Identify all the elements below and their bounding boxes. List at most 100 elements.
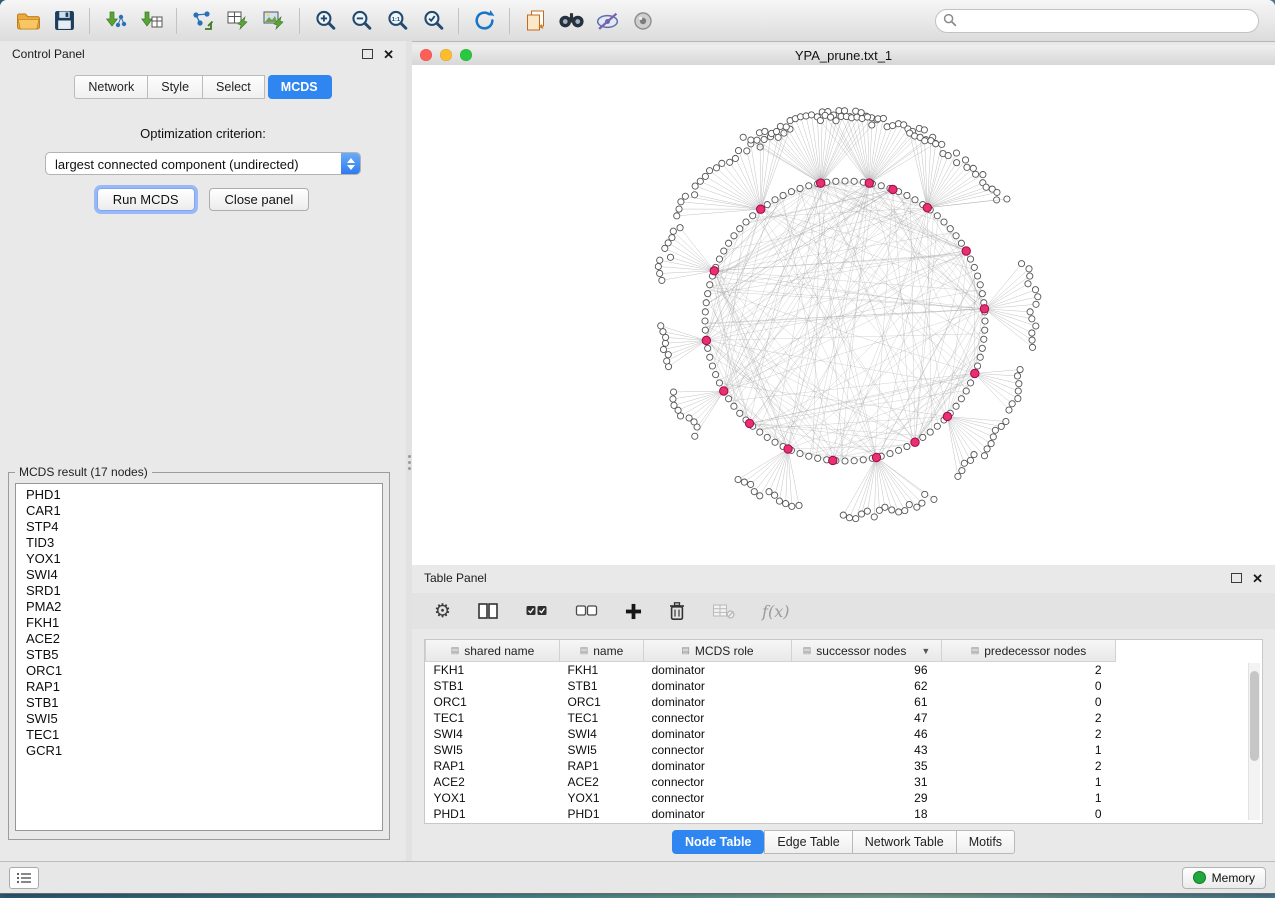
cell-MCDS-role[interactable]: connector [644,742,792,758]
table-row[interactable]: SWI5SWI5connector431 [426,742,1116,758]
cell-predecessor-nodes[interactable]: 1 [942,774,1116,790]
mcds-result-item[interactable]: STB5 [26,647,382,663]
cell-predecessor-nodes[interactable]: 0 [942,694,1116,710]
binoculars-icon[interactable] [553,6,589,36]
mcds-result-item[interactable]: CAR1 [26,503,382,519]
memory-button[interactable]: Memory [1182,867,1266,889]
table-row[interactable]: ACE2ACE2connector311 [426,774,1116,790]
search-input[interactable] [935,9,1259,33]
cell-successor-nodes[interactable]: 29 [792,790,942,806]
mcds-result-item[interactable]: ORC1 [26,663,382,679]
tab-style[interactable]: Style [148,75,203,99]
mcds-result-item[interactable]: SWI4 [26,567,382,583]
function-icon[interactable]: f(x) [762,602,789,621]
cell-shared-name[interactable]: YOX1 [426,790,560,806]
cell-shared-name[interactable]: STB1 [426,678,560,694]
mcds-result-item[interactable]: ACE2 [26,631,382,647]
table-scrollbar[interactable] [1248,663,1260,820]
cell-MCDS-role[interactable]: connector [644,710,792,726]
cell-MCDS-role[interactable]: dominator [644,806,792,822]
cell-successor-nodes[interactable]: 35 [792,758,942,774]
cell-successor-nodes[interactable]: 43 [792,742,942,758]
sort-descending-icon[interactable]: ▼ [921,646,930,656]
cell-successor-nodes[interactable]: 18 [792,806,942,822]
cell-name[interactable]: SWI4 [560,726,644,742]
cell-name[interactable]: PHD1 [560,806,644,822]
mcds-result-item[interactable]: TID3 [26,535,382,551]
cell-name[interactable]: TEC1 [560,710,644,726]
mcds-result-item[interactable]: GCR1 [26,743,382,759]
cell-MCDS-role[interactable]: dominator [644,758,792,774]
tab-network[interactable]: Network [74,75,148,99]
tab-network-table[interactable]: Network Table [853,830,957,854]
table-row[interactable]: FKH1FKH1dominator962 [426,662,1116,679]
run-mcds-button[interactable]: Run MCDS [97,188,195,211]
export-network-icon[interactable] [184,6,220,36]
delete-column-icon[interactable] [669,601,685,621]
zoom-in-icon[interactable] [307,6,343,36]
mcds-result-item[interactable]: PHD1 [26,487,382,503]
cell-shared-name[interactable]: SWI4 [426,726,560,742]
open-folder-icon[interactable] [10,6,46,36]
export-image-icon[interactable] [256,6,292,36]
cell-name[interactable]: RAP1 [560,758,644,774]
save-icon[interactable] [46,6,82,36]
zoom-selected-icon[interactable] [415,6,451,36]
cell-predecessor-nodes[interactable]: 2 [942,662,1116,679]
cell-name[interactable]: STB1 [560,678,644,694]
zoom-out-icon[interactable] [343,6,379,36]
cell-shared-name[interactable]: RAP1 [426,758,560,774]
cell-shared-name[interactable]: PHD1 [426,806,560,822]
show-eye-icon[interactable] [625,6,661,36]
cell-successor-nodes[interactable]: 61 [792,694,942,710]
cell-predecessor-nodes[interactable]: 2 [942,758,1116,774]
add-column-icon[interactable] [625,603,642,620]
network-canvas[interactable] [412,65,1275,565]
mcds-result-item[interactable]: STB1 [26,695,382,711]
mcds-result-item[interactable]: TEC1 [26,727,382,743]
settings-gear-icon[interactable]: ⚙ [434,602,451,621]
cell-successor-nodes[interactable]: 47 [792,710,942,726]
cell-name[interactable]: YOX1 [560,790,644,806]
mcds-result-item[interactable]: SRD1 [26,583,382,599]
zoom-fit-icon[interactable]: 1:1 [379,6,415,36]
mcds-result-item[interactable]: SWI5 [26,711,382,727]
tab-mcds[interactable]: MCDS [268,75,332,99]
cell-name[interactable]: SWI5 [560,742,644,758]
scrollbar-thumb[interactable] [1250,671,1259,761]
tab-node-table[interactable]: Node Table [672,830,764,854]
cell-predecessor-nodes[interactable]: 0 [942,678,1116,694]
cell-shared-name[interactable]: ORC1 [426,694,560,710]
import-table-icon[interactable] [133,6,169,36]
cell-MCDS-role[interactable]: dominator [644,694,792,710]
mcds-result-item[interactable]: PMA2 [26,599,382,615]
cell-predecessor-nodes[interactable]: 1 [942,790,1116,806]
table-row[interactable]: SWI4SWI4dominator462 [426,726,1116,742]
column-header-MCDS-role[interactable]: ▤MCDS role [644,640,792,662]
mcds-result-list[interactable]: PHD1CAR1STP4TID3YOX1SWI4SRD1PMA2FKH1ACE2… [15,483,383,831]
tab-select[interactable]: Select [203,75,265,99]
column-header-name[interactable]: ▤name [560,640,644,662]
refresh-icon[interactable] [466,6,502,36]
cell-name[interactable]: ACE2 [560,774,644,790]
tab-motifs[interactable]: Motifs [957,830,1015,854]
network-graph[interactable] [412,65,1275,565]
split-columns-icon[interactable] [478,602,498,620]
task-history-icon[interactable] [9,867,39,889]
export-table-icon[interactable] [220,6,256,36]
close-panel-icon[interactable]: ✕ [383,48,394,61]
column-header-shared-name[interactable]: ▤shared name [426,640,560,662]
column-header-predecessor-nodes[interactable]: ▤predecessor nodes [942,640,1116,662]
criterion-dropdown[interactable]: largest connected component (undirected) [45,152,361,175]
table-row[interactable]: ORC1ORC1dominator610 [426,694,1116,710]
cell-predecessor-nodes[interactable]: 0 [942,806,1116,822]
mcds-result-item[interactable]: STP4 [26,519,382,535]
import-network-icon[interactable] [97,6,133,36]
clear-table-icon[interactable] [712,603,735,619]
select-all-icon[interactable] [525,603,548,619]
cell-predecessor-nodes[interactable]: 1 [942,742,1116,758]
cell-predecessor-nodes[interactable]: 2 [942,710,1116,726]
hide-graphics-icon[interactable] [589,6,625,36]
column-header-successor-nodes[interactable]: ▤successor nodes▼ [792,640,942,662]
table-row[interactable]: PHD1PHD1dominator180 [426,806,1116,822]
